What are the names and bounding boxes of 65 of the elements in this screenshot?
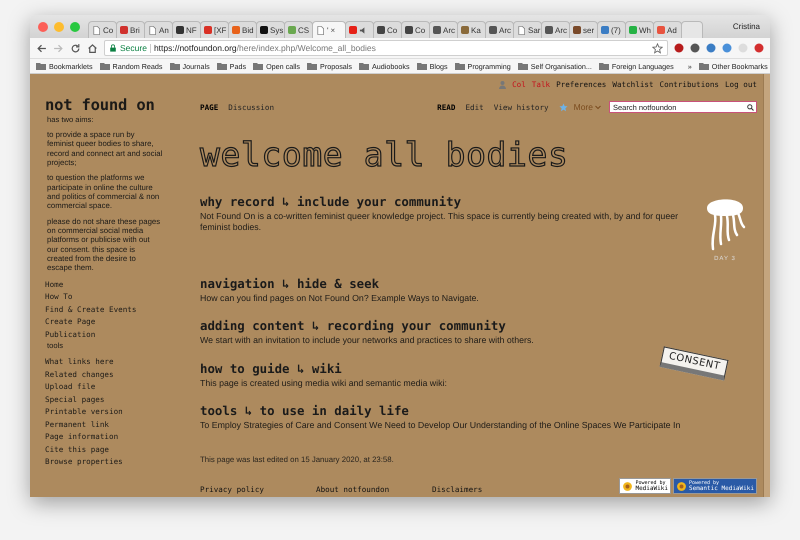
folder-icon (170, 62, 180, 70)
section-heading[interactable]: tools ↳ to use in daily life (200, 403, 757, 418)
reload-icon[interactable] (70, 42, 81, 54)
consent-eraser-drawing: CONSENT (659, 346, 728, 380)
close-window-button[interactable] (38, 22, 48, 32)
section-heading[interactable]: why record ↳ include your community (200, 194, 757, 209)
folder-icon (100, 62, 110, 70)
section-heading[interactable]: adding content ↳ recording your community (200, 318, 757, 334)
section-text: This page is created using media wiki and semantic media wiki: (200, 378, 448, 390)
browser-tab[interactable]: Co (88, 21, 117, 38)
browser-tab[interactable]: Sar (513, 21, 542, 38)
search-icon[interactable] (747, 104, 754, 110)
page-title: welcome all bodies (200, 135, 570, 174)
browser-tab[interactable]: CS (284, 21, 313, 38)
browser-tab[interactable]: Co (401, 21, 430, 38)
folder-icon (416, 62, 427, 70)
section-text: Not Found On is a co-written feminist queer knowledge project. This space is currently being created with, by and for queer feminist bodies. (200, 211, 680, 234)
address-bar[interactable]: Secure https://notfoundon.org/here/index.php/Welcome_all_bodies (104, 40, 668, 56)
folder-icon (253, 62, 264, 70)
folder-icon (216, 62, 227, 70)
browser-tab[interactable]: Ka (457, 21, 486, 38)
browser-tab[interactable]: ser (569, 21, 598, 38)
page-icon (92, 26, 101, 34)
page-icon (316, 26, 325, 34)
folder-icon (598, 62, 609, 70)
page-icon (148, 26, 157, 34)
browser-tab[interactable]: (7) (597, 21, 626, 38)
caret-icon (595, 104, 601, 110)
home-icon[interactable] (87, 42, 98, 54)
browser-tab[interactable]: Bri (116, 21, 145, 38)
bookmark-star-icon[interactable] (652, 42, 663, 54)
folder-icon (359, 62, 369, 70)
browser-tab[interactable]: Wh (625, 21, 654, 38)
flower-icon (622, 480, 634, 492)
folder-icon (307, 62, 318, 70)
section-text: To Employ Strategies of Care and Consent We Need to Develop Our Understanding of the Online Spaces We Participate In (200, 420, 682, 432)
browser-tab[interactable]: [XF (200, 21, 229, 38)
browser-tab[interactable] (345, 21, 374, 38)
folder-icon (518, 62, 528, 70)
flower-icon (676, 480, 687, 492)
browser-tab[interactable]: An (144, 21, 173, 38)
back-icon[interactable] (36, 42, 47, 54)
scrollbar[interactable] (763, 74, 770, 497)
folder-icon (36, 62, 46, 70)
folder-icon (698, 62, 709, 70)
browser-tab[interactable]: Bid (228, 21, 257, 38)
browser-tab[interactable]: Arc (485, 21, 514, 38)
watch-star-icon[interactable] (558, 102, 568, 112)
browser-tab[interactable]: Co (373, 21, 402, 38)
site-logo[interactable]: not found on (45, 96, 184, 114)
browser-tab[interactable]: Arc (541, 21, 570, 38)
section-heading[interactable]: navigation ↳ hide & seek (200, 276, 757, 291)
close-tab-button[interactable]: × (330, 26, 336, 34)
page-icon (517, 26, 526, 34)
user-icon (499, 80, 506, 88)
browser-tab[interactable]: Arc (429, 21, 458, 38)
profile-name[interactable]: Cristina (726, 22, 766, 31)
browser-tab[interactable]: ' × (312, 21, 346, 38)
section-text: We start with an invitation to include your networks and practices to share with others. (200, 335, 535, 347)
lock-icon (109, 44, 117, 52)
folder-icon (454, 62, 465, 70)
section-text: How can you find pages on Not Found On? Example Ways to Navigate. (200, 293, 480, 304)
browser-tab[interactable]: Sys (256, 21, 285, 38)
browser-tab[interactable]: NF (172, 21, 201, 38)
browser-tab[interactable]: Ad (653, 21, 682, 38)
